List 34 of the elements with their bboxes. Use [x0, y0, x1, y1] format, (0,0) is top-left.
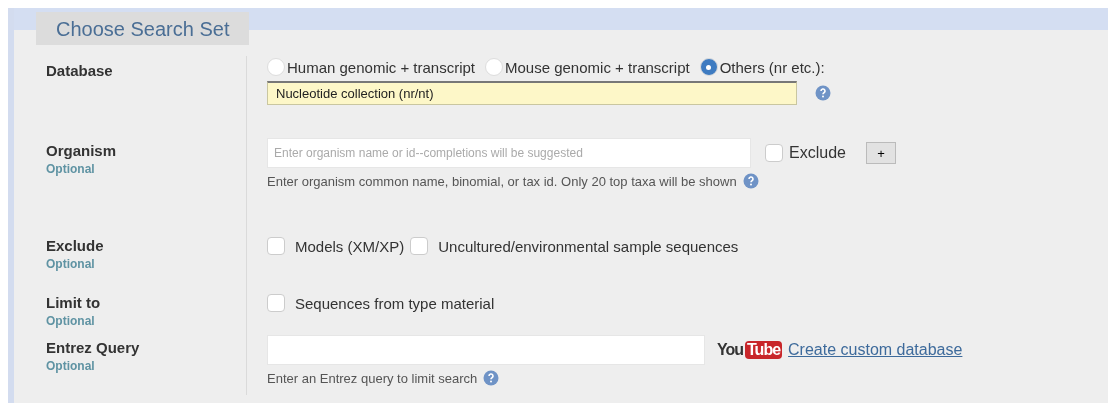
- section-title: Choose Search Set: [36, 12, 250, 45]
- radio-label: Others (nr etc.):: [719, 58, 825, 76]
- radio-button[interactable]: [485, 58, 503, 76]
- checkbox[interactable]: [267, 237, 285, 255]
- add-button[interactable]: +: [865, 142, 896, 164]
- help-icon[interactable]: [483, 370, 500, 386]
- radio-label: Human genomic + transcript: [287, 58, 475, 76]
- radio-label: Mouse genomic + transcript: [505, 58, 690, 76]
- create-database-link[interactable]: Create custom database: [788, 341, 963, 359]
- optional-label: Optional: [46, 257, 96, 271]
- help-icon[interactable]: [815, 85, 831, 101]
- checkbox-label: Sequences from type material: [295, 294, 495, 312]
- entrez-query-input[interactable]: [267, 335, 705, 365]
- optional-label: Optional: [46, 162, 96, 176]
- checkbox[interactable]: [765, 144, 783, 162]
- hint-text: Enter organism common name, binomial, or tax id. Only 20 top taxa will be shown: [267, 173, 737, 189]
- organism-input[interactable]: Enter organism name or id--completions will be suggested: [267, 138, 751, 168]
- checkbox-label: Exclude: [789, 144, 846, 162]
- optional-label: Optional: [46, 314, 96, 328]
- radio-button[interactable]: [267, 58, 285, 76]
- checkbox[interactable]: [267, 294, 285, 312]
- help-icon[interactable]: [742, 173, 759, 189]
- checkbox-label: Models (XM/XP): [295, 237, 405, 255]
- hint-text: Enter an Entrez query to limit search: [267, 370, 478, 386]
- database-select[interactable]: Nucleotide collection (nr/nt): [267, 81, 797, 105]
- radio-button[interactable]: [699, 58, 718, 76]
- optional-label: Optional: [46, 359, 96, 373]
- field-label: Limit to: [46, 294, 102, 311]
- field-label: Exclude: [46, 237, 105, 254]
- checkbox[interactable]: [410, 237, 429, 255]
- field-label: Database: [46, 62, 114, 79]
- checkbox-label: Uncultured/environmental sample sequences: [438, 237, 739, 255]
- field-label: Organism: [46, 142, 118, 159]
- field-label: Entrez Query: [46, 339, 141, 356]
